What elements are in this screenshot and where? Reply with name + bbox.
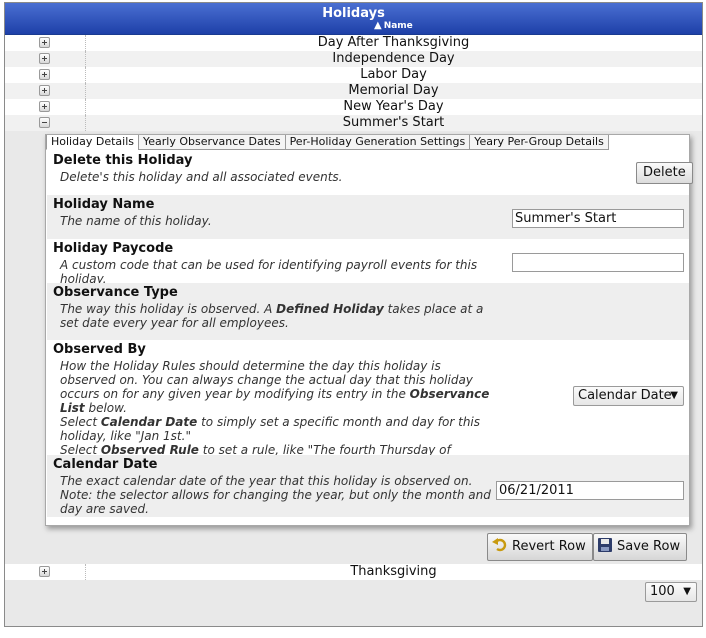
observance-type-section: Observance Type The way this holiday is … xyxy=(47,283,689,340)
floppy-disk-icon xyxy=(598,538,612,552)
calendar-date-input[interactable]: 06/21/2011 xyxy=(496,481,684,500)
table-row-expanded[interactable]: Summer's Start xyxy=(5,115,702,131)
observed-by-selected: Calendar Date xyxy=(578,388,672,403)
holiday-name-heading: Holiday Name xyxy=(53,197,155,212)
table-row[interactable]: New Year's Day xyxy=(5,99,702,115)
page-size-select[interactable]: 100 ▼ xyxy=(645,582,697,602)
holiday-paycode-heading: Holiday Paycode xyxy=(53,241,174,256)
observance-type-heading: Observance Type xyxy=(53,285,178,300)
save-row-button[interactable]: Save Row xyxy=(593,533,688,561)
sort-ascending-icon: ▲ xyxy=(374,20,382,31)
table-row[interactable]: Memorial Day xyxy=(5,83,702,99)
expand-row-icon[interactable] xyxy=(39,566,50,577)
expand-row-icon[interactable] xyxy=(39,85,50,96)
chevron-down-icon: ▼ xyxy=(683,586,691,597)
row-name: Labor Day xyxy=(360,67,427,82)
holiday-detail-panel: Holiday Details Yearly Observance Dates Pe… xyxy=(45,134,693,526)
collapse-row-icon[interactable] xyxy=(39,117,50,128)
expand-row-icon[interactable] xyxy=(39,101,50,112)
revert-row-label: Revert Row xyxy=(512,539,586,554)
calendar-date-description: The exact calendar date of the year that… xyxy=(60,474,491,516)
row-name: Day After Thanksgiving xyxy=(317,35,470,50)
grid-header: Holidays ▲ Name xyxy=(5,3,702,35)
table-row[interactable]: Independence Day xyxy=(5,51,702,67)
tab-per-holiday-generation-settings[interactable]: Per-Holiday Generation Settings xyxy=(284,135,471,150)
grid-title: Holidays xyxy=(322,6,385,21)
tab-holiday-details[interactable]: Holiday Details xyxy=(46,135,139,150)
calendar-date-heading: Calendar Date xyxy=(53,457,158,472)
holiday-paycode-description: A custom code that can be used for ident… xyxy=(60,258,478,286)
holiday-paycode-input[interactable] xyxy=(512,253,684,272)
holiday-paycode-section: Holiday Paycode A custom code that can b… xyxy=(47,239,689,286)
sort-column-header[interactable]: ▲ Name xyxy=(374,20,413,31)
row-name: New Year's Day xyxy=(343,99,444,114)
observed-by-heading: Observed By xyxy=(53,342,146,357)
observance-type-description: The way this holiday is observed. A Defi… xyxy=(60,302,484,330)
table-row[interactable]: Labor Day xyxy=(5,67,702,83)
calendar-date-section: Calendar Date The exact calendar date of… xyxy=(47,455,689,517)
expand-row-icon[interactable] xyxy=(39,37,50,48)
row-name: Summer's Start xyxy=(342,115,445,130)
delete-heading: Delete this Holiday xyxy=(53,153,193,168)
page-size-value: 100 xyxy=(650,584,675,599)
chevron-down-icon: ▼ xyxy=(670,390,678,401)
delete-section: Delete this Holiday Delete's this holida… xyxy=(47,151,693,195)
delete-description: Delete's this holiday and all associated… xyxy=(60,170,343,184)
revert-row-button[interactable]: Revert Row xyxy=(487,533,593,561)
expand-row-icon[interactable] xyxy=(39,53,50,64)
observed-by-select[interactable]: Calendar Date ▼ xyxy=(573,386,684,406)
tab-yearly-observance-dates[interactable]: Yearly Observance Dates xyxy=(137,135,286,150)
row-name: Independence Day xyxy=(332,51,455,66)
holiday-name-section: Holiday Name The name of this holiday. S… xyxy=(47,195,689,239)
observed-by-section: Observed By How the Holiday Rules should… xyxy=(47,340,689,471)
save-row-label: Save Row xyxy=(617,539,681,554)
tab-yearly-per-group-details[interactable]: Yeary Per-Group Details xyxy=(469,135,609,150)
row-name: Thanksgiving xyxy=(350,564,437,579)
holiday-name-input[interactable]: Summer's Start xyxy=(512,209,684,228)
holidays-grid: Holidays ▲ Name Day After Thanksgiving In… xyxy=(4,2,703,627)
delete-button[interactable]: Delete xyxy=(636,162,693,184)
table-row[interactable]: Day After Thanksgiving xyxy=(5,35,702,51)
sort-column-label: Name xyxy=(383,21,413,31)
row-name: Memorial Day xyxy=(348,83,439,98)
table-row[interactable]: Thanksgiving xyxy=(5,564,702,580)
detail-tabs: Holiday Details Yearly Observance Dates Pe… xyxy=(46,135,609,150)
holiday-name-description: The name of this holiday. xyxy=(60,214,212,228)
expand-row-icon[interactable] xyxy=(39,69,50,80)
undo-arrow-icon xyxy=(492,536,508,552)
